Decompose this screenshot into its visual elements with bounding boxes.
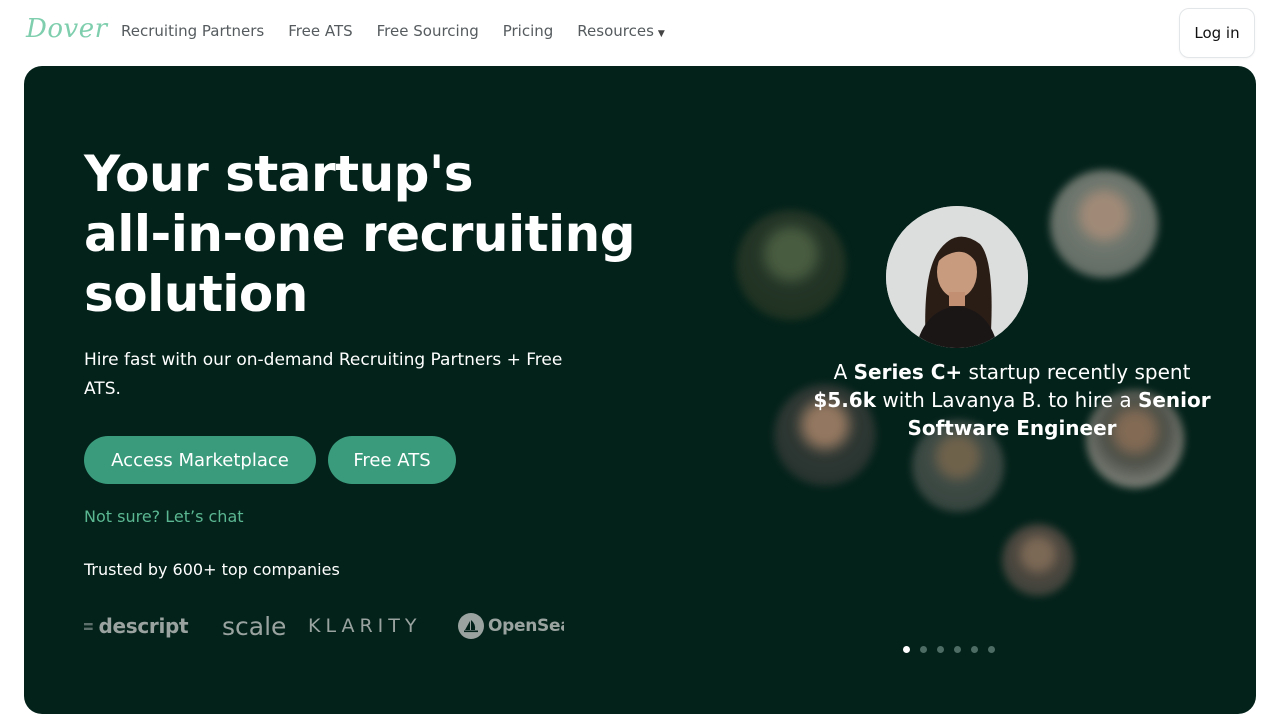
- nav-free-sourcing[interactable]: Free Sourcing: [377, 22, 479, 40]
- nav-pricing[interactable]: Pricing: [503, 22, 554, 40]
- carousel-dot[interactable]: [954, 646, 961, 653]
- carousel-dot[interactable]: [920, 646, 927, 653]
- login-button[interactable]: Log in: [1179, 8, 1255, 58]
- quote-amount: $5.6k: [813, 388, 877, 412]
- chevron-down-icon: ▼: [657, 29, 665, 39]
- nav-free-ats[interactable]: Free ATS: [288, 22, 352, 40]
- nav-recruiting-partners[interactable]: Recruiting Partners: [121, 22, 264, 40]
- recruiter-avatar: [1050, 170, 1158, 278]
- opensea-logo: OpenSea: [458, 604, 564, 648]
- opensea-icon: [458, 613, 484, 639]
- dover-logo[interactable]: Dover: [26, 14, 108, 44]
- carousel-dot[interactable]: [971, 646, 978, 653]
- nav-resources[interactable]: Resources ▼: [577, 22, 665, 40]
- klarity-logo: KLARITY: [308, 615, 422, 637]
- carousel-dots: [903, 646, 995, 653]
- headline-line-1: Your startup's: [84, 145, 474, 203]
- carousel-dot[interactable]: [988, 646, 995, 653]
- testimonial-quote: A Series C+ startup recently spent $5.6k…: [804, 358, 1220, 442]
- hero-subtext: Hire fast with our on-demand Recruiting …: [84, 350, 563, 399]
- descript-logo-text: descript: [98, 614, 189, 638]
- nav-resources-label: Resources: [577, 22, 654, 40]
- headline-line-2: all-in-one recruiting: [84, 205, 636, 263]
- free-ats-button[interactable]: Free ATS: [328, 436, 456, 484]
- headline-line-3: solution: [84, 265, 308, 323]
- carousel-dot[interactable]: [903, 646, 910, 653]
- recruiter-avatar: [736, 210, 846, 320]
- quote-text-1: A: [833, 360, 854, 384]
- nav-links: Recruiting Partners Free ATS Free Sourci…: [121, 22, 665, 40]
- hero-headline: Your startup's all-in-one recruiting sol…: [84, 144, 644, 324]
- opensea-logo-text: OpenSea: [488, 616, 564, 636]
- access-marketplace-button[interactable]: Access Marketplace: [84, 436, 316, 484]
- company-logos: = descript scale KLARITY OpenSea: [84, 604, 564, 648]
- recruiter-avatar: [1002, 524, 1074, 596]
- top-navigation: Dover Recruiting Partners Free ATS Free …: [0, 0, 1280, 64]
- trusted-by-text: Trusted by 600+ top companies: [84, 560, 340, 579]
- quote-company-stage: Series C+: [853, 360, 963, 384]
- carousel-dot[interactable]: [937, 646, 944, 653]
- featured-recruiter-photo: [886, 206, 1028, 348]
- scale-logo: scale: [222, 611, 287, 641]
- hero-section: Your startup's all-in-one recruiting sol…: [24, 66, 1256, 714]
- quote-text-2: startup recently spent: [962, 360, 1191, 384]
- descript-logo: = descript: [84, 614, 189, 638]
- quote-text-3: with Lavanya B. to hire a: [876, 388, 1138, 412]
- chat-link[interactable]: Not sure? Let’s chat: [84, 507, 244, 526]
